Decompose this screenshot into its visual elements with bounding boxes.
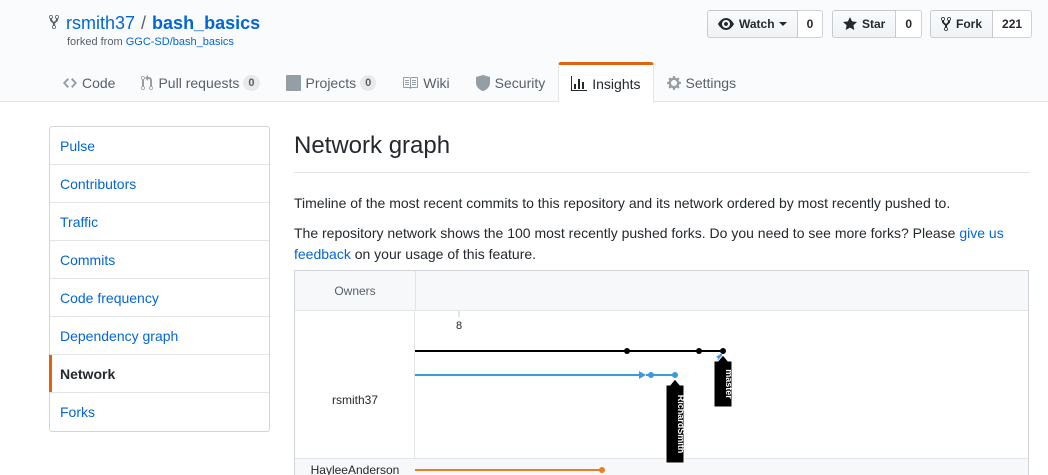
eye-icon bbox=[718, 18, 734, 30]
network-forks-note: The repository network shows the 100 mos… bbox=[294, 223, 1030, 265]
sidebar-item-commits[interactable]: Commits bbox=[50, 241, 269, 279]
sidebar-item-forks[interactable]: Forks bbox=[50, 393, 269, 431]
fork-group: Fork 221 bbox=[930, 10, 1033, 38]
projects-counter: 0 bbox=[360, 75, 377, 91]
main-content: Network graph Timeline of the most recen… bbox=[294, 126, 1030, 265]
forked-from-link[interactable]: GGC-SD/bash_basics bbox=[126, 36, 234, 48]
repo-owner-link[interactable]: rsmith37 bbox=[66, 13, 135, 34]
tab-security-label: Security bbox=[494, 75, 546, 91]
network-graph[interactable]: Owners rsmith37 HayleeAnderson 8 master … bbox=[294, 270, 1029, 475]
gear-icon bbox=[666, 76, 681, 90]
code-icon bbox=[63, 78, 77, 88]
tab-pull-requests[interactable]: Pull requests 0 bbox=[128, 62, 272, 102]
tab-insights-label: Insights bbox=[592, 75, 641, 92]
pull-requests-counter: 0 bbox=[243, 75, 260, 91]
insights-sidebar: Pulse Contributors Traffic Commits Code … bbox=[49, 126, 270, 432]
tab-settings[interactable]: Settings bbox=[654, 62, 750, 102]
star-count[interactable]: 0 bbox=[896, 10, 923, 38]
branch-label-fork[interactable]: RichardSmith bbox=[665, 378, 686, 464]
forks-note-text: The repository network shows the 100 mos… bbox=[294, 225, 960, 241]
graph-icon bbox=[571, 75, 588, 91]
tab-projects-label: Projects bbox=[305, 75, 357, 91]
branch-label-fork-text: RichardSmith bbox=[676, 395, 686, 454]
fork-icon bbox=[941, 16, 951, 32]
repo-forked-icon bbox=[49, 14, 59, 30]
page-title: Network graph bbox=[294, 132, 1030, 173]
tab-wiki[interactable]: Wiki bbox=[389, 62, 462, 102]
fork-button[interactable]: Fork bbox=[930, 10, 994, 38]
shield-icon bbox=[475, 75, 490, 91]
repo-title: rsmith37 / bash_basics bbox=[48, 13, 260, 34]
watch-button[interactable]: Watch bbox=[707, 10, 798, 38]
sidebar-item-dependency-graph[interactable]: Dependency graph bbox=[50, 317, 269, 355]
repo-name-link[interactable]: bash_basics bbox=[152, 13, 260, 34]
commit-dot[interactable] bbox=[696, 348, 702, 354]
sidebar-item-network[interactable]: Network bbox=[49, 355, 269, 393]
commit-dot[interactable] bbox=[720, 348, 726, 354]
sidebar-item-code-frequency[interactable]: Code frequency bbox=[50, 279, 269, 317]
commit-dot[interactable] bbox=[672, 372, 678, 378]
commit-dot[interactable] bbox=[599, 467, 605, 473]
tab-wiki-label: Wiki bbox=[423, 75, 450, 91]
repo-nav: Code Pull requests 0 Projects 0 Wiki Sec… bbox=[50, 62, 750, 103]
tab-pull-requests-label: Pull requests bbox=[158, 75, 240, 91]
pull-request-icon bbox=[141, 75, 154, 91]
network-description: Timeline of the most recent commits to t… bbox=[294, 195, 951, 211]
sidebar-item-traffic[interactable]: Traffic bbox=[50, 203, 269, 241]
star-button[interactable]: Star bbox=[832, 10, 897, 38]
fork-count[interactable]: 221 bbox=[993, 10, 1033, 38]
tab-security[interactable]: Security bbox=[463, 62, 559, 102]
date-label: 8 bbox=[456, 320, 462, 332]
project-icon bbox=[285, 75, 301, 91]
watch-count[interactable]: 0 bbox=[797, 10, 824, 38]
tab-settings-label: Settings bbox=[685, 75, 737, 91]
network-graph-canvas[interactable]: 8 master RichardSmith bbox=[295, 271, 1029, 475]
forked-from-text: forked from GGC-SD/bash_basics bbox=[67, 36, 234, 48]
commit-dot[interactable] bbox=[624, 348, 630, 354]
branch-label-master[interactable]: master bbox=[713, 354, 734, 408]
sidebar-item-pulse[interactable]: Pulse bbox=[50, 127, 269, 165]
arrow-icon bbox=[639, 371, 646, 379]
path-separator: / bbox=[141, 13, 147, 33]
commit-dot[interactable] bbox=[648, 372, 654, 378]
fork-label: Fork bbox=[956, 17, 983, 31]
star-label: Star bbox=[862, 17, 886, 31]
watch-label: Watch bbox=[739, 17, 775, 31]
forks-note-tail: on your usage of this feature. bbox=[350, 246, 537, 262]
watch-group: Watch 0 bbox=[707, 10, 824, 38]
tab-insights[interactable]: Insights bbox=[558, 62, 654, 103]
forked-from-prefix: forked from bbox=[67, 36, 123, 48]
tab-code-label: Code bbox=[82, 75, 116, 91]
tab-code[interactable]: Code bbox=[50, 62, 128, 102]
star-icon bbox=[843, 17, 857, 30]
book-icon bbox=[403, 77, 419, 89]
chevron-down-icon bbox=[778, 22, 787, 26]
sidebar-item-contributors[interactable]: Contributors bbox=[50, 165, 269, 203]
tab-projects[interactable]: Projects 0 bbox=[273, 62, 390, 102]
star-group: Star 0 bbox=[832, 10, 923, 38]
branch-label-master-text: master bbox=[724, 369, 734, 399]
repo-header: rsmith37 / bash_basics forked from GGC-S… bbox=[0, 0, 1048, 103]
